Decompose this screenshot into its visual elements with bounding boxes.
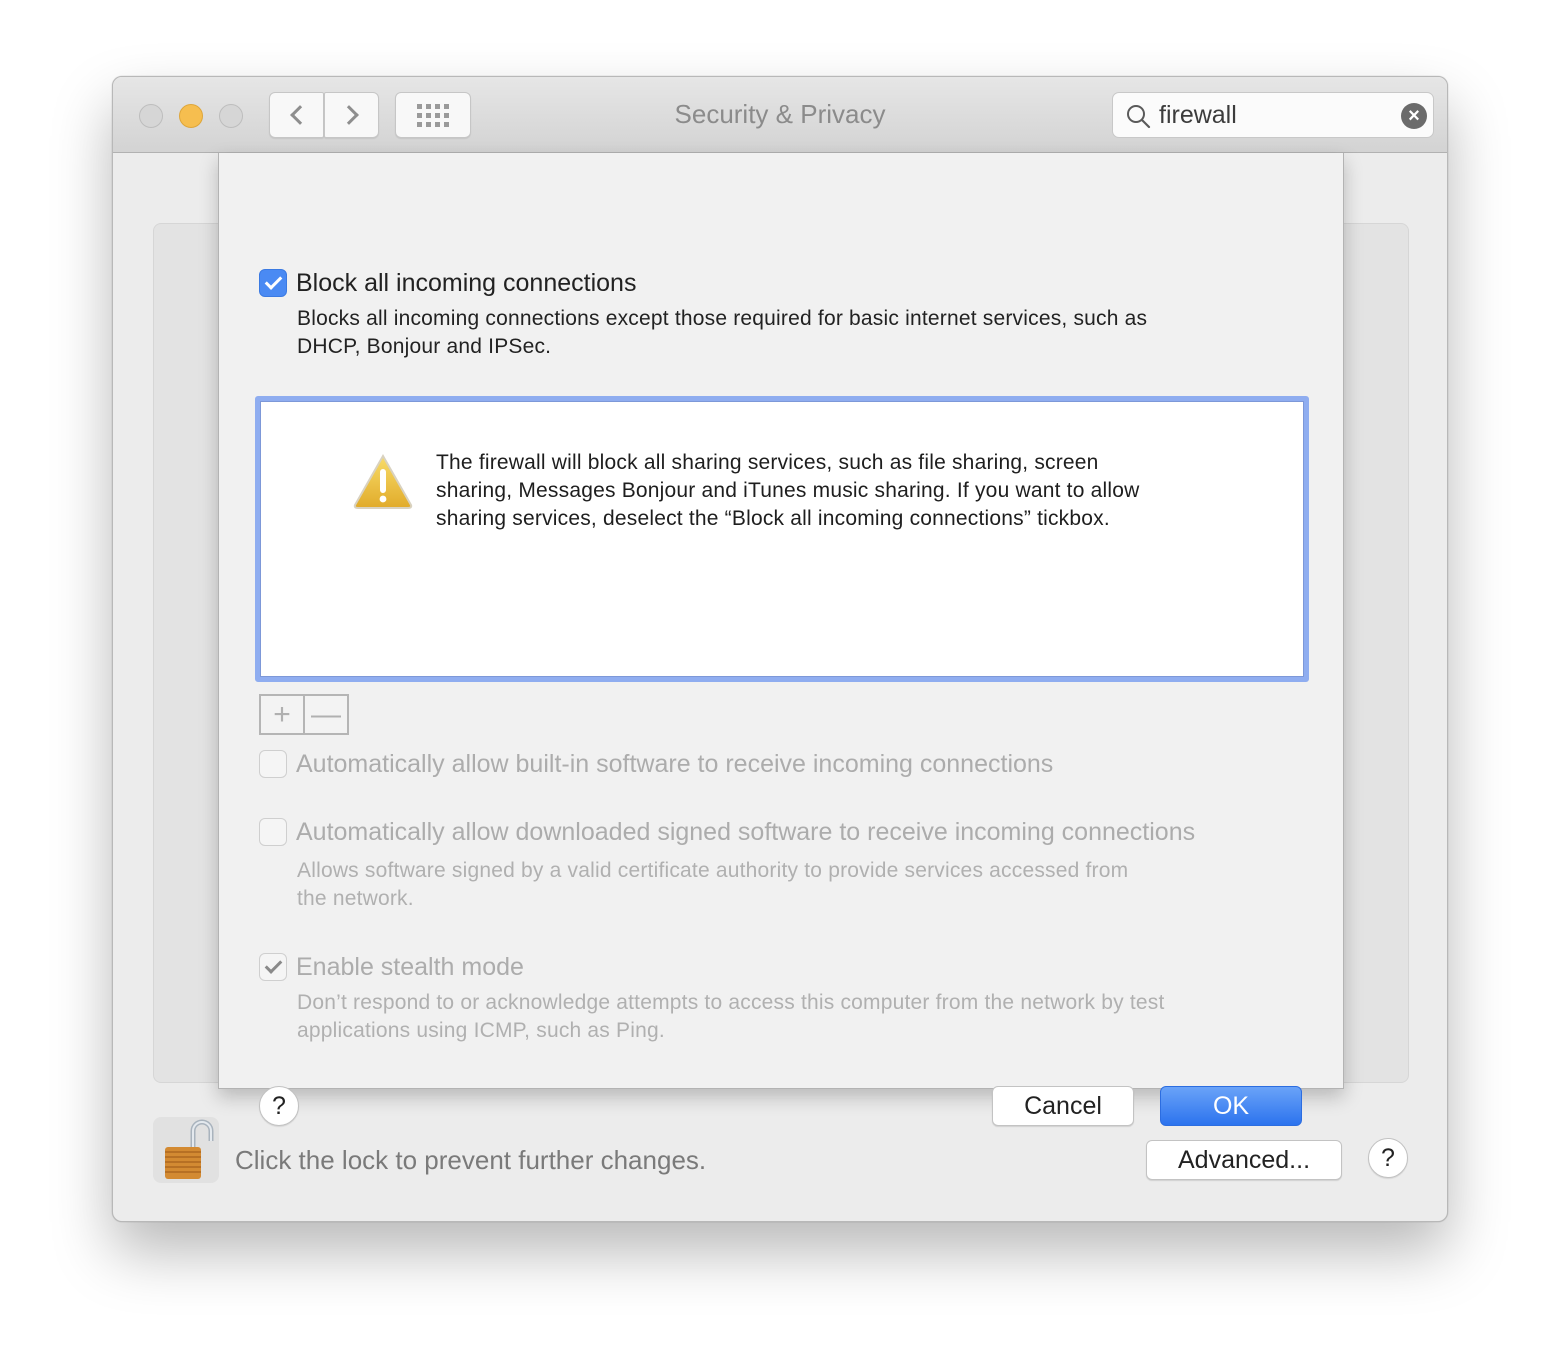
warning-message: The firewall will block all sharing serv…	[436, 449, 1236, 533]
stealth-mode-label: Enable stealth mode	[296, 953, 524, 981]
warning-line-1: The firewall will block all sharing serv…	[436, 451, 1099, 474]
ok-button[interactable]: OK	[1160, 1086, 1302, 1126]
search-field[interactable]: ×	[1112, 92, 1434, 138]
add-app-button[interactable]: +	[261, 696, 305, 733]
footer-help-button[interactable]: ?	[1368, 1138, 1408, 1178]
add-remove-control: + —	[259, 694, 349, 735]
auto-builtin-checkbox[interactable]	[259, 750, 287, 778]
security-privacy-window: Security & Privacy × Click the lock to p…	[112, 76, 1448, 1222]
block-all-checkbox[interactable]	[259, 269, 287, 297]
checkmark-icon	[264, 956, 282, 974]
checkmark-icon	[264, 272, 282, 290]
title-bar: Security & Privacy ×	[113, 77, 1447, 153]
block-all-description-1: Blocks all incoming connections except t…	[297, 307, 1148, 330]
cancel-button[interactable]: Cancel	[992, 1086, 1134, 1126]
search-input[interactable]	[1159, 99, 1389, 131]
lock-button[interactable]	[153, 1117, 219, 1183]
lock-status-text: Click the lock to prevent further change…	[235, 1145, 707, 1175]
warning-line-2: sharing, Messages Bonjour and iTunes mus…	[436, 479, 1140, 502]
stealth-mode-description-2: applications using ICMP, such as Ping.	[297, 1019, 665, 1042]
block-all-label: Block all incoming connections	[296, 269, 637, 297]
sheet-help-button[interactable]: ?	[259, 1086, 299, 1126]
stealth-mode-checkbox[interactable]	[259, 953, 287, 981]
warning-icon	[353, 453, 413, 509]
stealth-mode-description-1: Don’t respond to or acknowledge attempts…	[297, 991, 1165, 1014]
advanced-button[interactable]: Advanced...	[1146, 1140, 1342, 1180]
block-all-description-2: DHCP, Bonjour and IPSec.	[297, 335, 552, 358]
remove-app-button[interactable]: —	[305, 696, 347, 733]
search-icon	[1127, 105, 1151, 129]
auto-signed-checkbox[interactable]	[259, 818, 287, 846]
firewall-options-sheet: Block all incoming connections Blocks al…	[218, 153, 1344, 1126]
auto-signed-description-1: Allows software signed by a valid certif…	[297, 859, 1129, 882]
application-list[interactable]: The firewall will block all sharing serv…	[255, 396, 1309, 682]
auto-signed-description-2: the network.	[297, 887, 414, 910]
auto-builtin-label: Automatically allow built-in software to…	[296, 750, 1054, 778]
clear-search-icon[interactable]: ×	[1401, 103, 1427, 129]
warning-line-3: sharing services, deselect the “Block al…	[436, 507, 1110, 530]
unlocked-padlock-icon	[165, 1119, 214, 1179]
auto-signed-label: Automatically allow downloaded signed so…	[296, 818, 1196, 846]
